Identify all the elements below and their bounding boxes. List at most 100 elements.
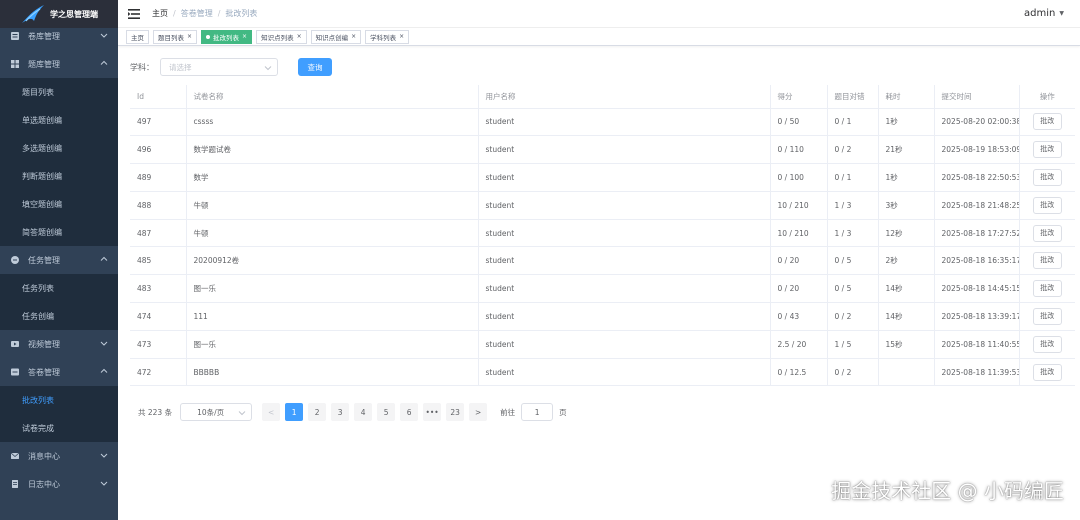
table-cell: 489 <box>130 163 187 192</box>
table-cell: 20200912卷 <box>186 246 479 276</box>
hamburger-icon[interactable] <box>128 8 140 19</box>
table-cell: 1 / 5 <box>827 330 879 359</box>
sidebar-item-2-1[interactable]: 任务创编 <box>0 302 118 330</box>
user-menu[interactable]: admin ▼ <box>1024 8 1064 19</box>
table-cell-action: 批改 <box>1019 163 1075 192</box>
close-icon[interactable]: × <box>187 33 192 40</box>
sidebar-item-1-3[interactable]: 判断题创编 <box>0 162 118 190</box>
breadcrumb-answer-management: 答卷管理 <box>180 9 213 18</box>
table-cell-action: 批改 <box>1019 246 1075 276</box>
sidebar-submenu-2: 任务列表 任务创编 <box>0 274 118 330</box>
table-cell: 14秒 <box>878 302 935 331</box>
tag-3[interactable]: 知识点列表 × <box>256 29 307 44</box>
tag-0[interactable]: 主页 <box>126 29 149 44</box>
sidebar-group-4[interactable]: 答卷管理 <box>0 358 118 386</box>
page-button[interactable]: 3 <box>331 403 350 421</box>
page-button[interactable]: 4 <box>354 403 373 421</box>
sidebar-item-1-1[interactable]: 单选题创编 <box>0 106 118 134</box>
sidebar-item-4-0[interactable]: 批改列表 <box>0 386 118 414</box>
grade-button[interactable]: 批改 <box>1032 141 1062 159</box>
table-row: 473 图一乐 student 2.5 / 20 1 / 5 15秒 2025-08-18 … <box>130 330 1075 359</box>
chevron-down-icon <box>238 411 246 416</box>
page-button[interactable]: 1 <box>285 403 304 421</box>
table-cell-action: 批改 <box>1019 135 1075 165</box>
tag-5[interactable]: 学科列表 × <box>365 29 410 44</box>
table-cell: cssss <box>186 108 479 137</box>
column-header-7: 操作 <box>1019 85 1075 109</box>
sidebar-group-2[interactable]: 任务管理 <box>0 246 118 274</box>
sidebar-item-1-5[interactable]: 简答题创编 <box>0 218 118 246</box>
sidebar-group-label: 卷库管理 <box>28 31 60 41</box>
close-icon[interactable]: × <box>242 33 247 40</box>
sidebar-item-4-1[interactable]: 试卷完成 <box>0 414 118 442</box>
table-cell: student <box>478 302 771 331</box>
table-cell: 2025-08-18 22:50:53 <box>934 163 1020 192</box>
sidebar-item-1-2[interactable]: 多选题创编 <box>0 134 118 162</box>
table-cell: 497 <box>130 108 187 137</box>
table-cell: 0 / 100 <box>770 163 828 192</box>
table-cell: BBBBB <box>186 358 479 387</box>
grade-button[interactable]: 批改 <box>1032 252 1062 270</box>
more-pages-button[interactable]: ••• <box>423 403 442 421</box>
close-icon[interactable]: × <box>351 33 356 40</box>
table-cell: 1 / 3 <box>827 219 879 248</box>
close-icon[interactable]: × <box>399 33 404 40</box>
page-button[interactable]: 6 <box>400 403 419 421</box>
table-cell: 10 / 210 <box>770 191 828 220</box>
sidebar-group-3[interactable]: 视频管理 <box>0 330 118 358</box>
sidebar-group-6[interactable]: 日志中心 <box>0 470 118 498</box>
table-cell: 2.5 / 20 <box>770 330 828 359</box>
document-icon <box>11 32 19 40</box>
grade-button[interactable]: 批改 <box>1032 224 1062 242</box>
table-cell: 0 / 5 <box>827 246 879 276</box>
log-icon <box>12 480 18 488</box>
sidebar-group-0[interactable]: 卷库管理 <box>0 22 118 50</box>
table-cell: 数学题试卷 <box>186 135 479 165</box>
goto-page-input[interactable]: 1 <box>521 403 554 421</box>
sidebar-item-1-0[interactable]: 题目列表 <box>0 78 118 106</box>
page-button[interactable]: 2 <box>308 403 327 421</box>
table-cell: 474 <box>130 302 187 331</box>
subject-select-placeholder: 请选择 <box>169 62 192 72</box>
table-row: 472 BBBBB student 0 / 12.5 0 / 2 2025-08-18 1… <box>130 358 1075 387</box>
sidebar-submenu-4: 批改列表 试卷完成 <box>0 386 118 442</box>
tag-1[interactable]: 题目列表 × <box>153 29 198 44</box>
sidebar-group-1[interactable]: 题库管理 <box>0 50 118 78</box>
sidebar-group-5[interactable]: 消息中心 <box>0 442 118 470</box>
grade-button[interactable]: 批改 <box>1032 335 1062 353</box>
page-size-select[interactable]: 10条/页 <box>180 403 253 421</box>
column-header-5: 耗时 <box>878 85 935 109</box>
sidebar-item-1-4[interactable]: 填空题创编 <box>0 190 118 218</box>
table-cell: 0 / 20 <box>770 274 828 304</box>
tag-4[interactable]: 知识点创编 × <box>310 29 362 44</box>
subject-label: 学科： <box>130 62 154 72</box>
tag-2[interactable]: 批改列表 × <box>201 29 253 44</box>
grade-button[interactable]: 批改 <box>1032 168 1062 186</box>
table-cell: 1 / 3 <box>827 191 879 220</box>
sidebar-item-2-0[interactable]: 任务列表 <box>0 274 118 302</box>
grade-button[interactable]: 批改 <box>1032 363 1062 381</box>
breadcrumb-home[interactable]: 主页 <box>152 9 168 18</box>
grade-button[interactable]: 批改 <box>1032 196 1062 214</box>
grade-button[interactable]: 批改 <box>1032 307 1062 325</box>
chevron-down-icon <box>100 453 108 458</box>
table-cell: 0 / 1 <box>827 108 879 137</box>
sidebar-group-label: 日志中心 <box>28 479 60 489</box>
table-cell: 图一乐 <box>186 274 479 304</box>
sidebar: 学之思管理端 卷库管理 题库管理 题目列表 单选题创编 多选题创编 判断题创编 填空题创编简… <box>0 0 118 520</box>
table-cell-action: 批改 <box>1019 330 1075 359</box>
page-button[interactable]: 23 <box>446 403 465 421</box>
column-header-1: 试卷名称 <box>186 85 479 109</box>
table-cell-action: 批改 <box>1019 108 1075 137</box>
grade-button[interactable]: 批改 <box>1032 113 1062 131</box>
close-icon[interactable]: × <box>297 33 302 40</box>
pagination-total: 共 223 条 <box>138 407 173 417</box>
table-body: 497 cssss student 0 / 50 0 / 1 1秒 2025-08-20 0… <box>130 108 1075 387</box>
next-page-button[interactable]: > <box>469 403 488 421</box>
table-cell: 2025-08-18 21:48:25 <box>934 191 1020 220</box>
prev-page-button[interactable]: < <box>262 403 281 421</box>
query-button[interactable]: 查询 <box>298 58 332 76</box>
grade-button[interactable]: 批改 <box>1032 280 1062 298</box>
page-button[interactable]: 5 <box>377 403 396 421</box>
subject-select[interactable]: 请选择 <box>160 58 278 76</box>
